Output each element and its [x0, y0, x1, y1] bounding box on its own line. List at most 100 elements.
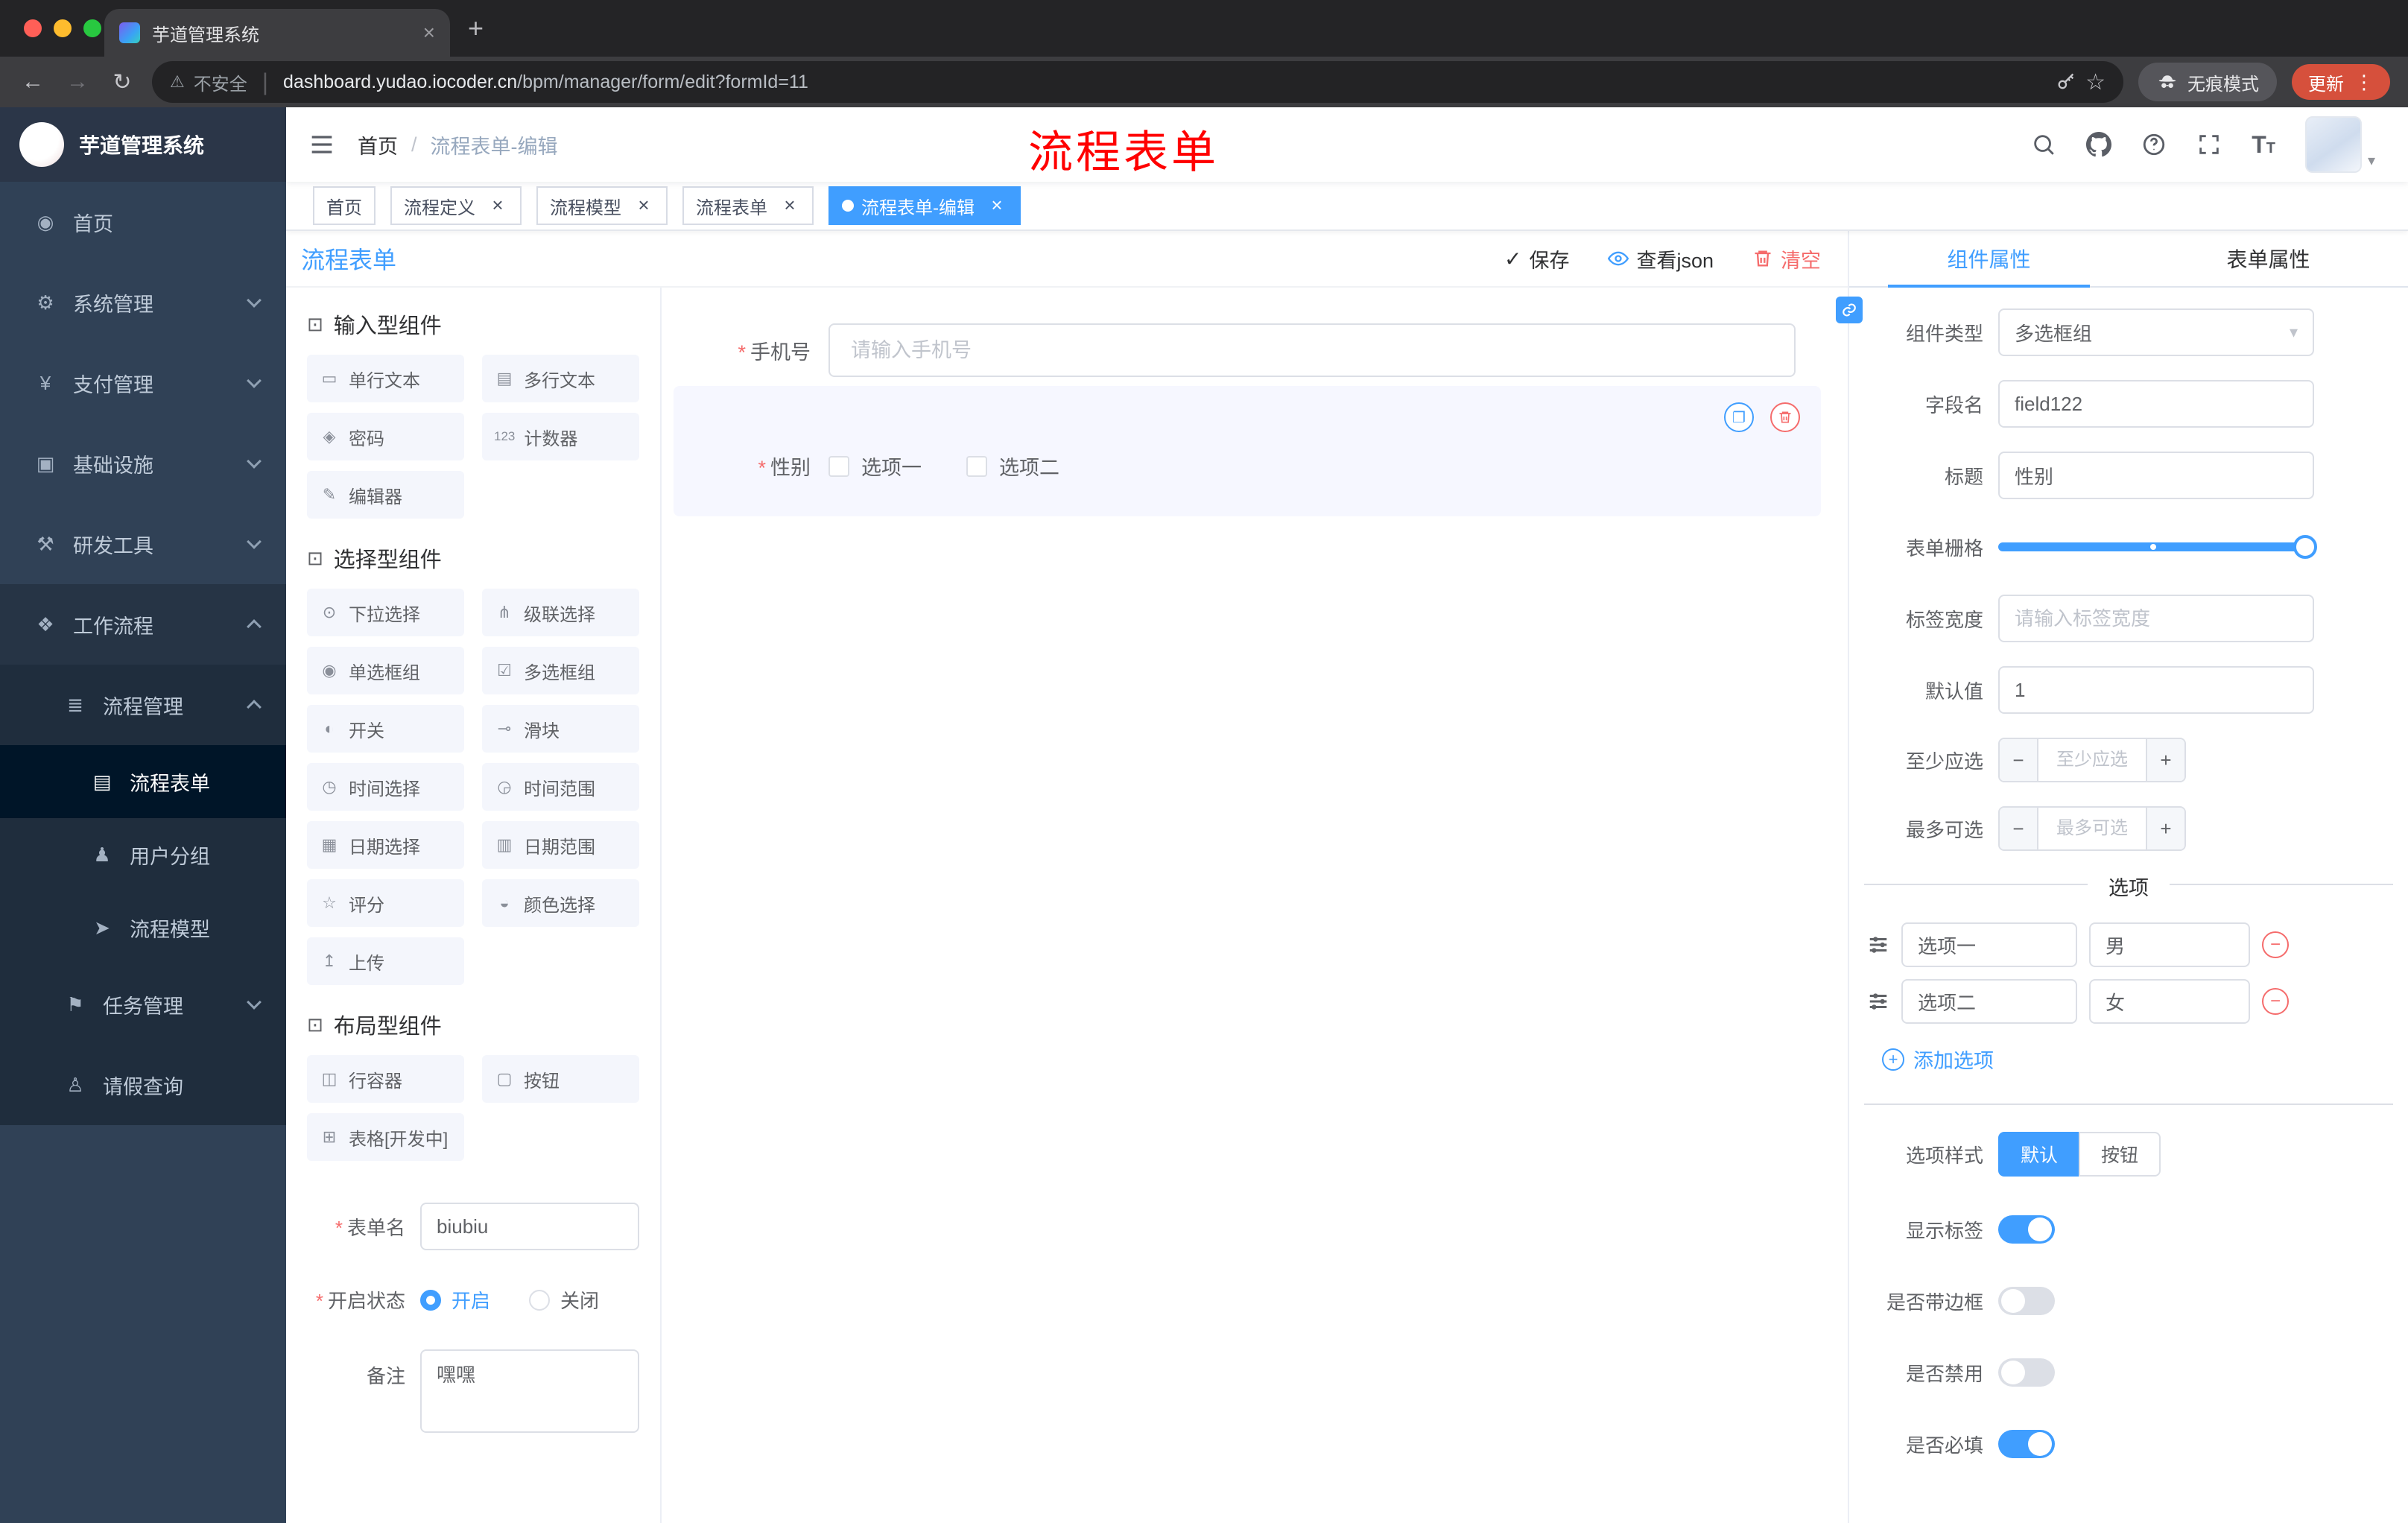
- palette-item[interactable]: ◐ 开关: [307, 705, 464, 753]
- close-icon[interactable]: ×: [633, 195, 654, 216]
- sidebar-item[interactable]: ♟ 用户分组: [0, 818, 286, 891]
- decrease-button[interactable]: −: [2000, 739, 2038, 781]
- close-icon[interactable]: ×: [779, 195, 800, 216]
- toggle-switch[interactable]: [1998, 1430, 2055, 1458]
- fullscreen-icon[interactable]: [2196, 132, 2222, 157]
- palette-item[interactable]: ☑ 多选框组: [482, 647, 639, 694]
- min-select-input[interactable]: [2038, 739, 2146, 781]
- palette-item[interactable]: ⋔ 级联选择: [482, 589, 639, 636]
- grid-slider[interactable]: [1998, 523, 2317, 571]
- checkbox-option[interactable]: 选项一: [828, 452, 922, 481]
- menu-dots-icon[interactable]: ⋮: [2354, 71, 2374, 94]
- phone-input[interactable]: [828, 323, 1796, 377]
- tab-close-icon[interactable]: ×: [423, 21, 435, 45]
- back-button[interactable]: ←: [18, 69, 48, 95]
- title-input[interactable]: [1998, 452, 2314, 499]
- close-icon[interactable]: ×: [986, 195, 1007, 216]
- sidebar-item[interactable]: ⚙ 系统管理: [0, 262, 286, 343]
- close-icon[interactable]: ×: [487, 195, 508, 216]
- palette-item[interactable]: 123 计数器: [482, 413, 639, 460]
- palette-item[interactable]: ⊙ 下拉选择: [307, 589, 464, 636]
- option-label-input[interactable]: [1901, 979, 2077, 1024]
- user-menu[interactable]: ▾: [2304, 116, 2375, 173]
- sidebar-item[interactable]: ▤ 流程表单: [0, 745, 286, 818]
- help-icon[interactable]: [2141, 132, 2167, 157]
- decrease-button[interactable]: −: [2000, 808, 2038, 849]
- palette-item[interactable]: ⊞ 表格[开发中]: [307, 1113, 464, 1161]
- link-button[interactable]: [1836, 297, 1863, 323]
- palette-item[interactable]: ◉ 单选框组: [307, 647, 464, 694]
- toggle-switch[interactable]: [1998, 1215, 2055, 1244]
- palette-item[interactable]: ▭ 单行文本: [307, 355, 464, 402]
- palette-item[interactable]: ▢ 按钮: [482, 1055, 639, 1103]
- palette-item[interactable]: ☆ 评分: [307, 879, 464, 927]
- checkbox-icon[interactable]: [828, 455, 849, 477]
- sidebar-item[interactable]: ¥ 支付管理: [0, 343, 286, 423]
- tag-item[interactable]: 流程表单 ×: [682, 186, 814, 225]
- save-button[interactable]: ✓ 保存: [1504, 244, 1569, 273]
- tab-component-props[interactable]: 组件属性: [1849, 231, 2129, 288]
- drag-handle[interactable]: [1867, 934, 1889, 956]
- remove-option-button[interactable]: −: [2262, 931, 2289, 958]
- sidebar-item[interactable]: ≣ 流程管理: [0, 665, 286, 745]
- style-option-button[interactable]: 按钮: [2079, 1132, 2161, 1177]
- style-option-button[interactable]: 默认: [1998, 1132, 2079, 1177]
- palette-item[interactable]: ◷ 时间选择: [307, 763, 464, 811]
- palette-item[interactable]: ◫ 行容器: [307, 1055, 464, 1103]
- copy-field-button[interactable]: ❐: [1724, 402, 1754, 432]
- option-label-input[interactable]: [1901, 922, 2077, 967]
- address-bar[interactable]: ⚠ 不安全 | dashboard.yudao.iocoder.cn/bpm/m…: [152, 61, 2123, 103]
- form-name-input[interactable]: [420, 1203, 639, 1250]
- palette-item[interactable]: ◶ 时间范围: [482, 763, 639, 811]
- search-icon[interactable]: [2031, 132, 2056, 157]
- zoom-window-button[interactable]: [83, 19, 101, 37]
- palette-item[interactable]: ▥ 日期范围: [482, 821, 639, 869]
- field-name-input[interactable]: [1998, 380, 2314, 428]
- remark-textarea[interactable]: 嘿嘿: [420, 1349, 639, 1433]
- status-radio-on[interactable]: 开启: [420, 1286, 490, 1314]
- remove-option-button[interactable]: −: [2262, 988, 2289, 1015]
- add-option-button[interactable]: + 添加选项: [1849, 1045, 2408, 1074]
- palette-item[interactable]: ◈ 密码: [307, 413, 464, 460]
- update-button[interactable]: 更新 ⋮: [2292, 64, 2390, 100]
- browser-tab[interactable]: 芋道管理系统 ×: [104, 9, 450, 57]
- checkbox-option[interactable]: 选项二: [966, 452, 1059, 481]
- view-json-button[interactable]: 查看json: [1608, 244, 1714, 273]
- tag-item[interactable]: 流程定义 ×: [390, 186, 522, 225]
- palette-item[interactable]: ⊸ 滑块: [482, 705, 639, 753]
- checkbox-icon[interactable]: [966, 455, 987, 477]
- increase-button[interactable]: +: [2146, 808, 2184, 849]
- forward-button[interactable]: →: [63, 69, 92, 95]
- label-width-input[interactable]: [1998, 595, 2314, 642]
- palette-item[interactable]: ◒ 颜色选择: [482, 879, 639, 927]
- tag-item[interactable]: 流程模型 ×: [536, 186, 668, 225]
- minimize-window-button[interactable]: [54, 19, 72, 37]
- bookmark-star-icon[interactable]: ☆: [2085, 69, 2106, 95]
- toggle-switch[interactable]: [1998, 1287, 2055, 1315]
- password-key-icon[interactable]: [2056, 72, 2076, 92]
- sidebar-item[interactable]: ◉ 首页: [0, 182, 286, 262]
- sidebar-item[interactable]: ❖ 工作流程: [0, 584, 286, 665]
- tab-form-props[interactable]: 表单属性: [2129, 231, 2408, 286]
- selected-form-field[interactable]: ❐ * 性别 选项一 选项二: [674, 386, 1821, 516]
- sidebar-item[interactable]: ⚒ 研发工具: [0, 504, 286, 584]
- new-tab-button[interactable]: +: [468, 12, 484, 45]
- default-value-input[interactable]: [1998, 666, 2314, 714]
- max-select-input[interactable]: [2038, 808, 2146, 849]
- close-window-button[interactable]: [24, 19, 42, 37]
- palette-item[interactable]: ↥ 上传: [307, 937, 464, 985]
- reload-button[interactable]: ↻: [107, 69, 137, 95]
- status-radio-off[interactable]: 关闭: [529, 1286, 599, 1314]
- drag-handle[interactable]: [1867, 990, 1889, 1013]
- option-value-input[interactable]: [2089, 922, 2250, 967]
- app-logo[interactable]: 芋道管理系统: [0, 107, 286, 182]
- tag-item[interactable]: 流程表单-编辑 ×: [828, 186, 1021, 225]
- option-value-input[interactable]: [2089, 979, 2250, 1024]
- component-type-select[interactable]: 多选框组 ▾: [1998, 308, 2314, 356]
- delete-field-button[interactable]: [1770, 402, 1800, 432]
- increase-button[interactable]: +: [2146, 739, 2184, 781]
- sidebar-item[interactable]: ▣ 基础设施: [0, 423, 286, 504]
- avatar[interactable]: [2304, 116, 2362, 173]
- breadcrumb-home[interactable]: 首页: [358, 130, 398, 159]
- sidebar-item[interactable]: ➤ 流程模型: [0, 891, 286, 964]
